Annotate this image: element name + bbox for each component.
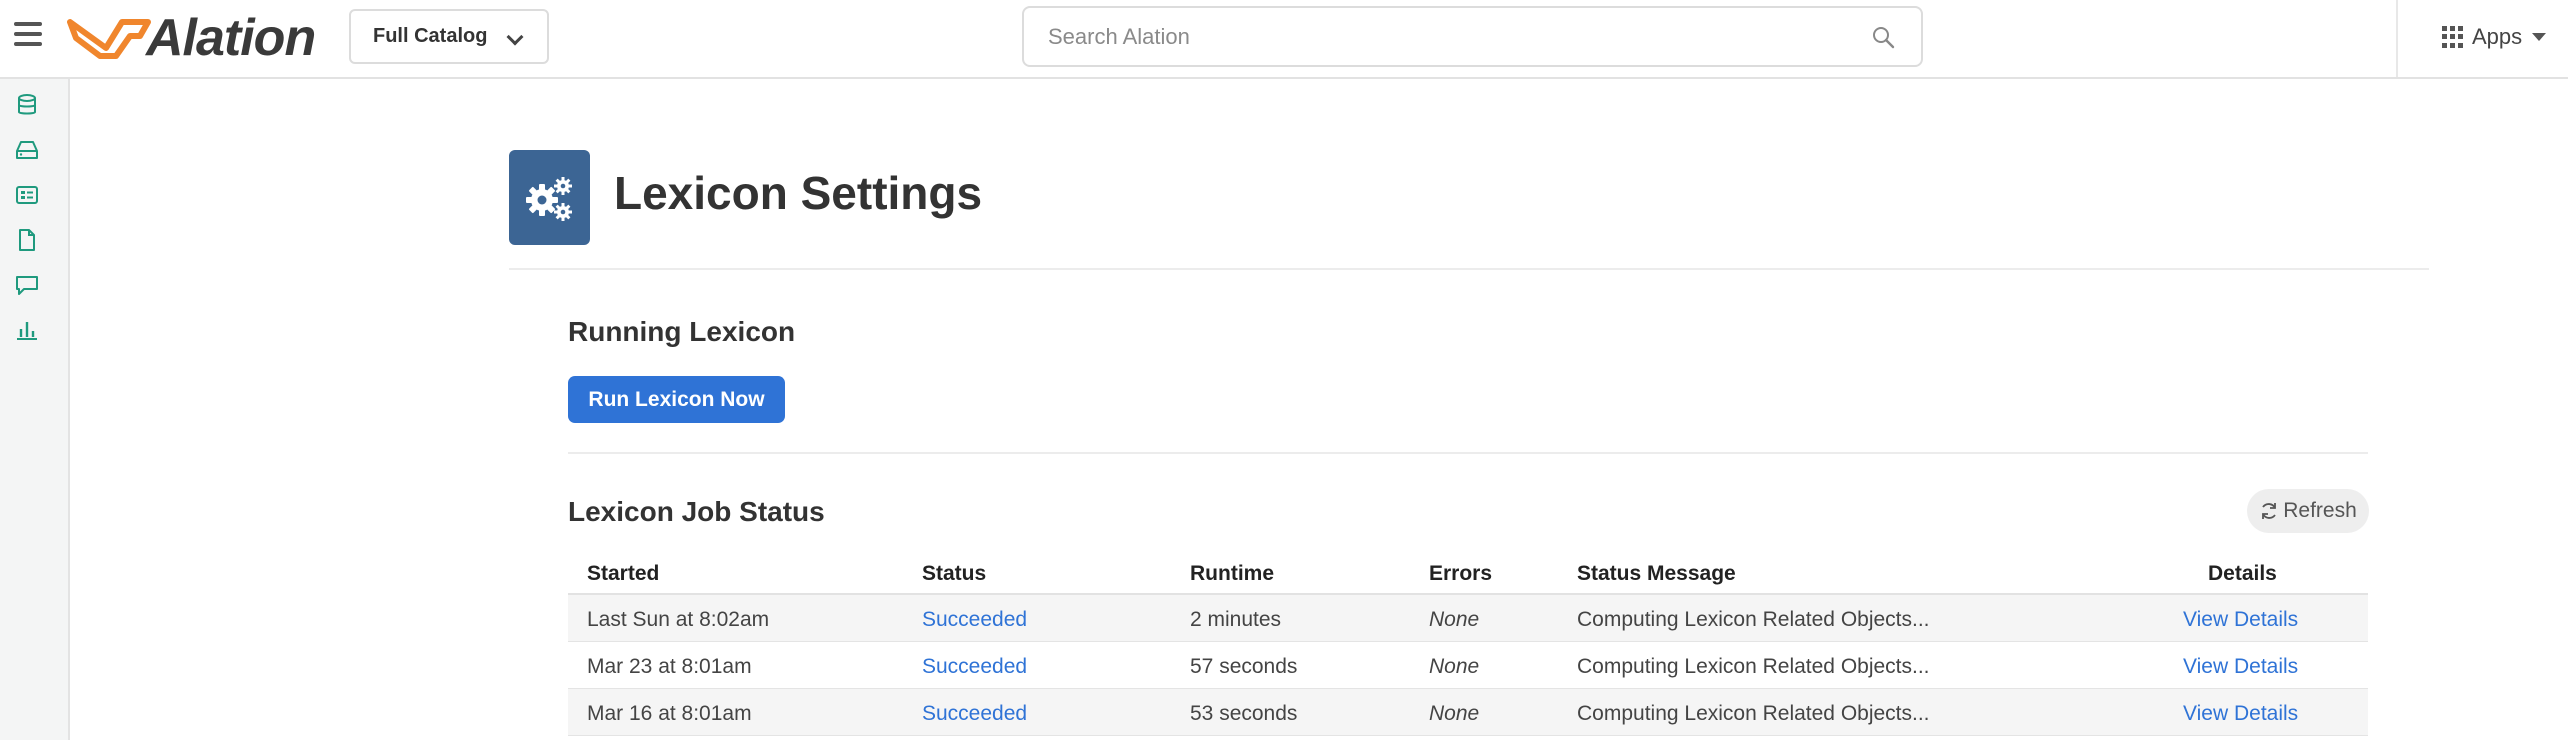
started-cell: Mar 23 at 8:01am <box>587 655 752 678</box>
runtime-cell: 53 seconds <box>1190 702 1298 725</box>
status-link[interactable]: Succeeded <box>922 608 1027 632</box>
view-details-link[interactable]: View Details <box>2183 655 2298 679</box>
page-title: Lexicon Settings <box>614 167 983 219</box>
view-details-link[interactable]: View Details <box>2183 702 2298 726</box>
table-row: Last Sun at 8:02am Succeeded 2 minutes N… <box>568 595 2368 642</box>
table-row: Mar 23 at 8:01am Succeeded 57 seconds No… <box>568 642 2368 689</box>
job-status-heading: Lexicon Job Status <box>568 496 825 527</box>
search-icon[interactable] <box>1871 25 1895 49</box>
column-header-status-message: Status Message <box>1577 562 1736 585</box>
status-message-cell: Computing Lexicon Related Objects... <box>1577 702 1930 725</box>
apps-menu-button[interactable]: Apps <box>2442 20 2547 54</box>
apps-label: Apps <box>2472 24 2523 49</box>
section-divider <box>568 452 2368 454</box>
status-link[interactable]: Succeeded <box>922 655 1027 679</box>
column-header-runtime: Runtime <box>1190 562 1274 585</box>
errors-cell: None <box>1429 655 1480 678</box>
chevron-down-icon <box>506 28 524 46</box>
storage-drive-icon[interactable] <box>14 137 40 163</box>
status-link[interactable]: Succeeded <box>922 702 1027 726</box>
runtime-cell: 57 seconds <box>1190 655 1298 678</box>
status-message-cell: Computing Lexicon Related Objects... <box>1577 655 1930 678</box>
logo-text: Alation <box>146 9 316 67</box>
caret-down-icon <box>2532 33 2547 41</box>
search-input[interactable] <box>1048 23 1828 50</box>
document-icon[interactable] <box>14 227 40 253</box>
title-divider <box>509 268 2429 270</box>
topbar-divider <box>2396 0 2398 77</box>
view-details-link[interactable]: View Details <box>2183 608 2298 632</box>
apps-grid-icon <box>2442 26 2464 48</box>
started-cell: Mar 16 at 8:01am <box>587 702 752 725</box>
catalog-selector-label: Full Catalog <box>373 25 488 47</box>
catalog-card-icon[interactable] <box>14 182 40 208</box>
table-header: Started Status Runtime Errors Status Mes… <box>568 550 2368 595</box>
chat-icon[interactable] <box>14 272 40 298</box>
refresh-button[interactable]: Refresh <box>2247 489 2369 533</box>
catalog-selector[interactable]: Full Catalog <box>349 9 549 64</box>
job-status-table: Started Status Runtime Errors Status Mes… <box>568 550 2368 736</box>
errors-cell: None <box>1429 702 1480 725</box>
started-cell: Last Sun at 8:02am <box>587 608 770 631</box>
refresh-label: Refresh <box>2283 499 2357 522</box>
bar-chart-icon[interactable] <box>14 317 40 343</box>
run-lexicon-now-button[interactable]: Run Lexicon Now <box>568 376 785 423</box>
running-lexicon-heading: Running Lexicon <box>568 316 796 347</box>
column-header-status: Status <box>922 562 987 585</box>
runtime-cell: 2 minutes <box>1190 608 1282 631</box>
database-icon[interactable] <box>14 92 40 118</box>
status-message-cell: Computing Lexicon Related Objects... <box>1577 608 1930 631</box>
refresh-icon <box>2262 503 2277 519</box>
left-sidebar <box>0 79 70 740</box>
column-header-errors: Errors <box>1429 562 1493 585</box>
errors-cell: None <box>1429 608 1480 631</box>
column-header-details: Details <box>2208 562 2277 585</box>
column-header-started: Started <box>587 562 660 585</box>
search-bar <box>1022 6 1923 67</box>
table-row: Mar 16 at 8:01am Succeeded 53 seconds No… <box>568 689 2368 736</box>
alation-logo-mark-icon <box>67 19 151 59</box>
lexicon-settings-badge <box>509 150 590 245</box>
menu-icon[interactable] <box>14 22 42 48</box>
alation-logo[interactable]: Alation <box>64 8 316 68</box>
top-navigation-bar: Alation Full Catalog Apps <box>0 0 2568 79</box>
gears-icon <box>525 176 572 221</box>
